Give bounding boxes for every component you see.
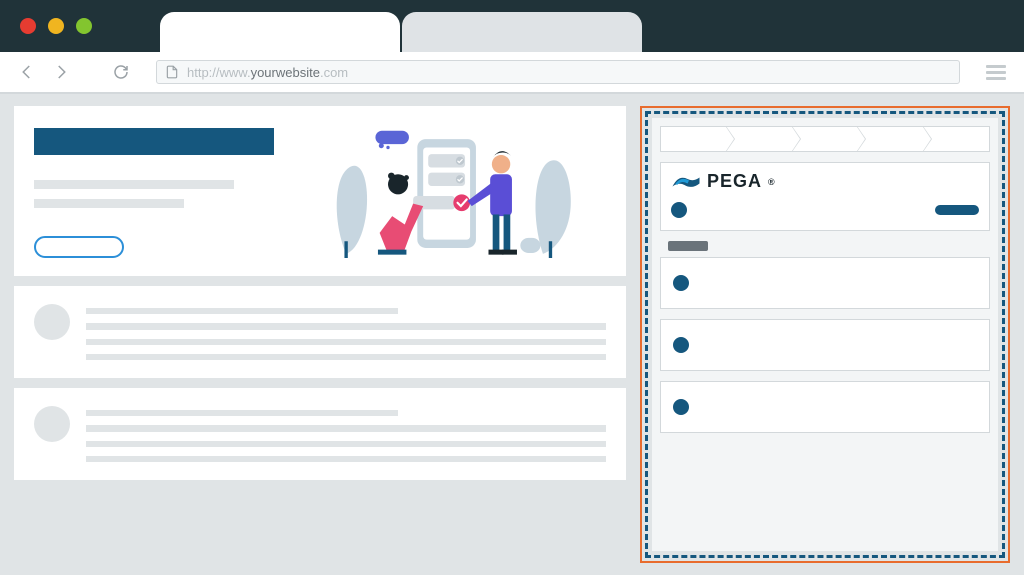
- radio-icon: [671, 202, 687, 218]
- pega-header-card: PEGA ®: [660, 162, 990, 231]
- avatar: [34, 406, 70, 442]
- hero-illustration: [304, 124, 606, 258]
- mashup-column: PEGA ®: [640, 106, 1010, 563]
- mashup-list-item[interactable]: [660, 257, 990, 309]
- text-placeholder: [86, 308, 398, 314]
- post-card: [14, 286, 626, 378]
- window-close-icon[interactable]: [20, 18, 36, 34]
- option-row[interactable]: [671, 200, 979, 220]
- breadcrumb-step[interactable]: [793, 127, 859, 151]
- window-minimize-icon[interactable]: [48, 18, 64, 34]
- hero-cta-button[interactable]: [34, 236, 124, 258]
- hamburger-menu-icon[interactable]: [986, 65, 1006, 80]
- browser-tab-active[interactable]: [160, 12, 400, 52]
- title-bar: [0, 0, 1024, 52]
- mashup-list-item[interactable]: [660, 319, 990, 371]
- browser-chrome: http://www.yourwebsite.com: [0, 0, 1024, 94]
- pega-mashup-panel: PEGA ®: [652, 118, 998, 551]
- back-icon[interactable]: [18, 63, 36, 81]
- avatar: [34, 304, 70, 340]
- breadcrumb-step[interactable]: [924, 127, 989, 151]
- text-placeholder: [86, 410, 398, 416]
- window-maximize-icon[interactable]: [76, 18, 92, 34]
- main-column: [14, 106, 626, 563]
- page-icon: [165, 65, 179, 79]
- breadcrumb-stepper: [660, 126, 990, 152]
- section-label-placeholder: [668, 241, 708, 251]
- post-body: [86, 304, 606, 360]
- forward-icon[interactable]: [52, 63, 70, 81]
- text-placeholder: [34, 199, 184, 208]
- pega-brand-text: PEGA: [707, 171, 762, 192]
- hero-text-block: [34, 124, 284, 258]
- pega-logo-icon: [671, 172, 701, 192]
- hero-card: [14, 106, 626, 276]
- page-body: PEGA ®: [0, 94, 1024, 575]
- radio-icon: [673, 275, 689, 291]
- text-placeholder: [86, 339, 606, 345]
- text-placeholder: [86, 441, 606, 447]
- browser-tab-inactive[interactable]: [402, 12, 642, 52]
- url-bar[interactable]: http://www.yourwebsite.com: [156, 60, 960, 84]
- breadcrumb-step[interactable]: [661, 127, 727, 151]
- text-placeholder: [86, 323, 606, 329]
- mashup-list-item[interactable]: [660, 381, 990, 433]
- text-placeholder: [34, 180, 234, 189]
- post-card: [14, 388, 626, 480]
- reload-icon[interactable]: [112, 63, 130, 81]
- text-placeholder: [86, 354, 606, 360]
- action-pill[interactable]: [935, 205, 979, 215]
- radio-icon: [673, 399, 689, 415]
- hero-title-placeholder: [34, 128, 274, 155]
- pega-logo: PEGA ®: [671, 171, 979, 192]
- post-body: [86, 406, 606, 462]
- nav-divider: [0, 92, 1024, 94]
- text-placeholder: [86, 456, 606, 462]
- tab-strip: [160, 12, 644, 52]
- breadcrumb-step[interactable]: [727, 127, 793, 151]
- breadcrumb-step[interactable]: [858, 127, 924, 151]
- text-placeholder: [86, 425, 606, 431]
- navigation-bar: http://www.yourwebsite.com: [0, 52, 1024, 92]
- pega-registered: ®: [768, 177, 776, 187]
- window-traffic-lights: [20, 18, 92, 34]
- radio-icon: [673, 337, 689, 353]
- url-text: http://www.yourwebsite.com: [187, 65, 348, 80]
